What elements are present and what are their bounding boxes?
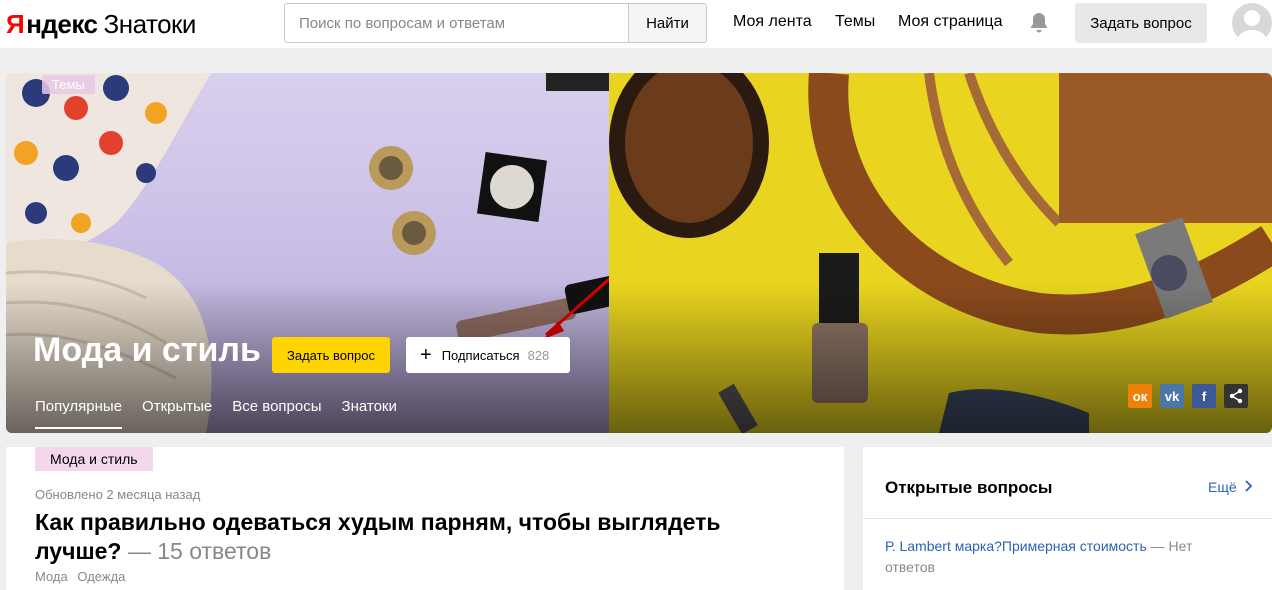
- tab-experts[interactable]: Знатоки: [342, 398, 397, 429]
- topics-tag[interactable]: Темы: [42, 75, 95, 94]
- open-questions-title: Открытые вопросы: [885, 478, 1053, 497]
- chevron-right-icon: [1244, 479, 1253, 495]
- nav-my-page[interactable]: Моя страница: [898, 13, 1002, 31]
- odnoklassniki-icon[interactable]: ок: [1128, 384, 1152, 408]
- logo[interactable]: Яндекс Знатоки: [6, 9, 196, 40]
- subscribe-button[interactable]: + Подписаться 828: [406, 337, 570, 373]
- logo-product: Знатоки: [103, 9, 197, 39]
- ask-question-button[interactable]: Задать вопрос: [1075, 3, 1207, 43]
- search-button[interactable]: Найти: [628, 4, 706, 42]
- subscribe-count: 828: [527, 347, 550, 363]
- tab-popular[interactable]: Популярные: [35, 398, 123, 429]
- open-question-item: Р. Lambert марка?Примерная стоимость — Н…: [885, 536, 1245, 578]
- tag-fashion[interactable]: Мода: [35, 569, 68, 584]
- share-icon[interactable]: [1224, 384, 1248, 408]
- open-question-link[interactable]: Р. Lambert марка?Примерная стоимость: [885, 538, 1147, 554]
- vk-icon[interactable]: vk: [1160, 384, 1184, 408]
- subscribe-label: Подписаться: [441, 347, 520, 363]
- topic-tabs: Популярные Открытые Все вопросы Знатоки: [35, 398, 397, 429]
- question-title[interactable]: Как правильно одеваться худым парням, чт…: [35, 508, 735, 566]
- topic-chip[interactable]: Мода и стиль: [35, 447, 153, 471]
- avatar[interactable]: [1232, 3, 1272, 43]
- topic-title: Мода и стиль: [33, 331, 261, 369]
- nav-topics[interactable]: Темы: [835, 13, 875, 31]
- logo-brand: ндекс: [26, 9, 98, 39]
- bell-icon[interactable]: [1027, 11, 1051, 35]
- more-label: Ещё: [1208, 479, 1237, 495]
- nav-my-feed[interactable]: Моя лента: [733, 13, 812, 31]
- tab-all-questions[interactable]: Все вопросы: [232, 398, 321, 429]
- tag-clothes[interactable]: Одежда: [77, 569, 125, 584]
- facebook-icon[interactable]: f: [1192, 384, 1216, 408]
- open-questions-card: Открытые вопросы Ещё Р. Lambert марка?Пр…: [863, 447, 1272, 590]
- divider: [863, 518, 1272, 519]
- logo-ya: Я: [6, 9, 25, 39]
- topic-ask-button[interactable]: Задать вопрос: [272, 337, 390, 373]
- tab-open[interactable]: Открытые: [142, 398, 212, 429]
- search-input[interactable]: [285, 4, 628, 42]
- search-box: Найти: [284, 3, 707, 43]
- topic-hero: Темы Мода и стиль Задать вопрос + Подпис…: [6, 73, 1272, 433]
- updated-time: Обновлено 2 месяца назад: [35, 487, 201, 502]
- plus-icon: +: [420, 344, 432, 366]
- answers-count: — 15 ответов: [127, 538, 272, 564]
- question-tags: Мода Одежда: [35, 569, 131, 584]
- header: ЯндексЗнатоки Найти Моя лента Темы Моя с…: [0, 0, 1272, 48]
- more-link[interactable]: Ещё: [1208, 479, 1253, 495]
- question-card: Мода и стиль Обновлено 2 месяца назад Ка…: [6, 447, 844, 590]
